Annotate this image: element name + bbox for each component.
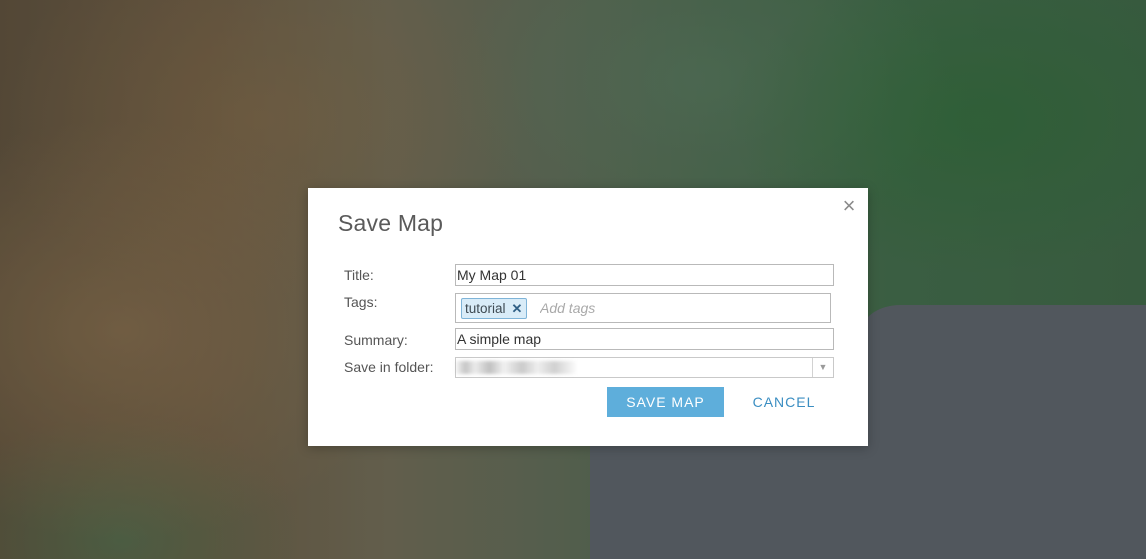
tag-chip: tutorial ✕ [461,298,528,319]
folder-select[interactable]: ▼ [455,357,834,378]
save-map-dialog: × Save Map Title: Tags: tutorial ✕ Summa… [308,188,868,446]
dialog-title: Save Map [338,210,444,236]
tag-remove-icon[interactable]: ✕ [512,299,523,318]
close-icon[interactable]: × [839,195,859,217]
title-input[interactable] [455,264,834,286]
tags-field[interactable]: tutorial ✕ [455,293,831,323]
title-label: Title: [344,267,374,283]
folder-value-redacted [456,361,576,374]
add-tags-input[interactable] [540,298,820,318]
save-map-button[interactable]: SAVE MAP [607,387,724,417]
tags-label: Tags: [344,294,378,310]
chevron-down-icon[interactable]: ▼ [812,358,833,377]
summary-input[interactable] [455,328,834,350]
summary-label: Summary: [344,332,408,348]
tag-chip-label: tutorial [465,301,506,316]
folder-label: Save in folder: [344,359,434,375]
cancel-button[interactable]: CANCEL [739,387,829,417]
